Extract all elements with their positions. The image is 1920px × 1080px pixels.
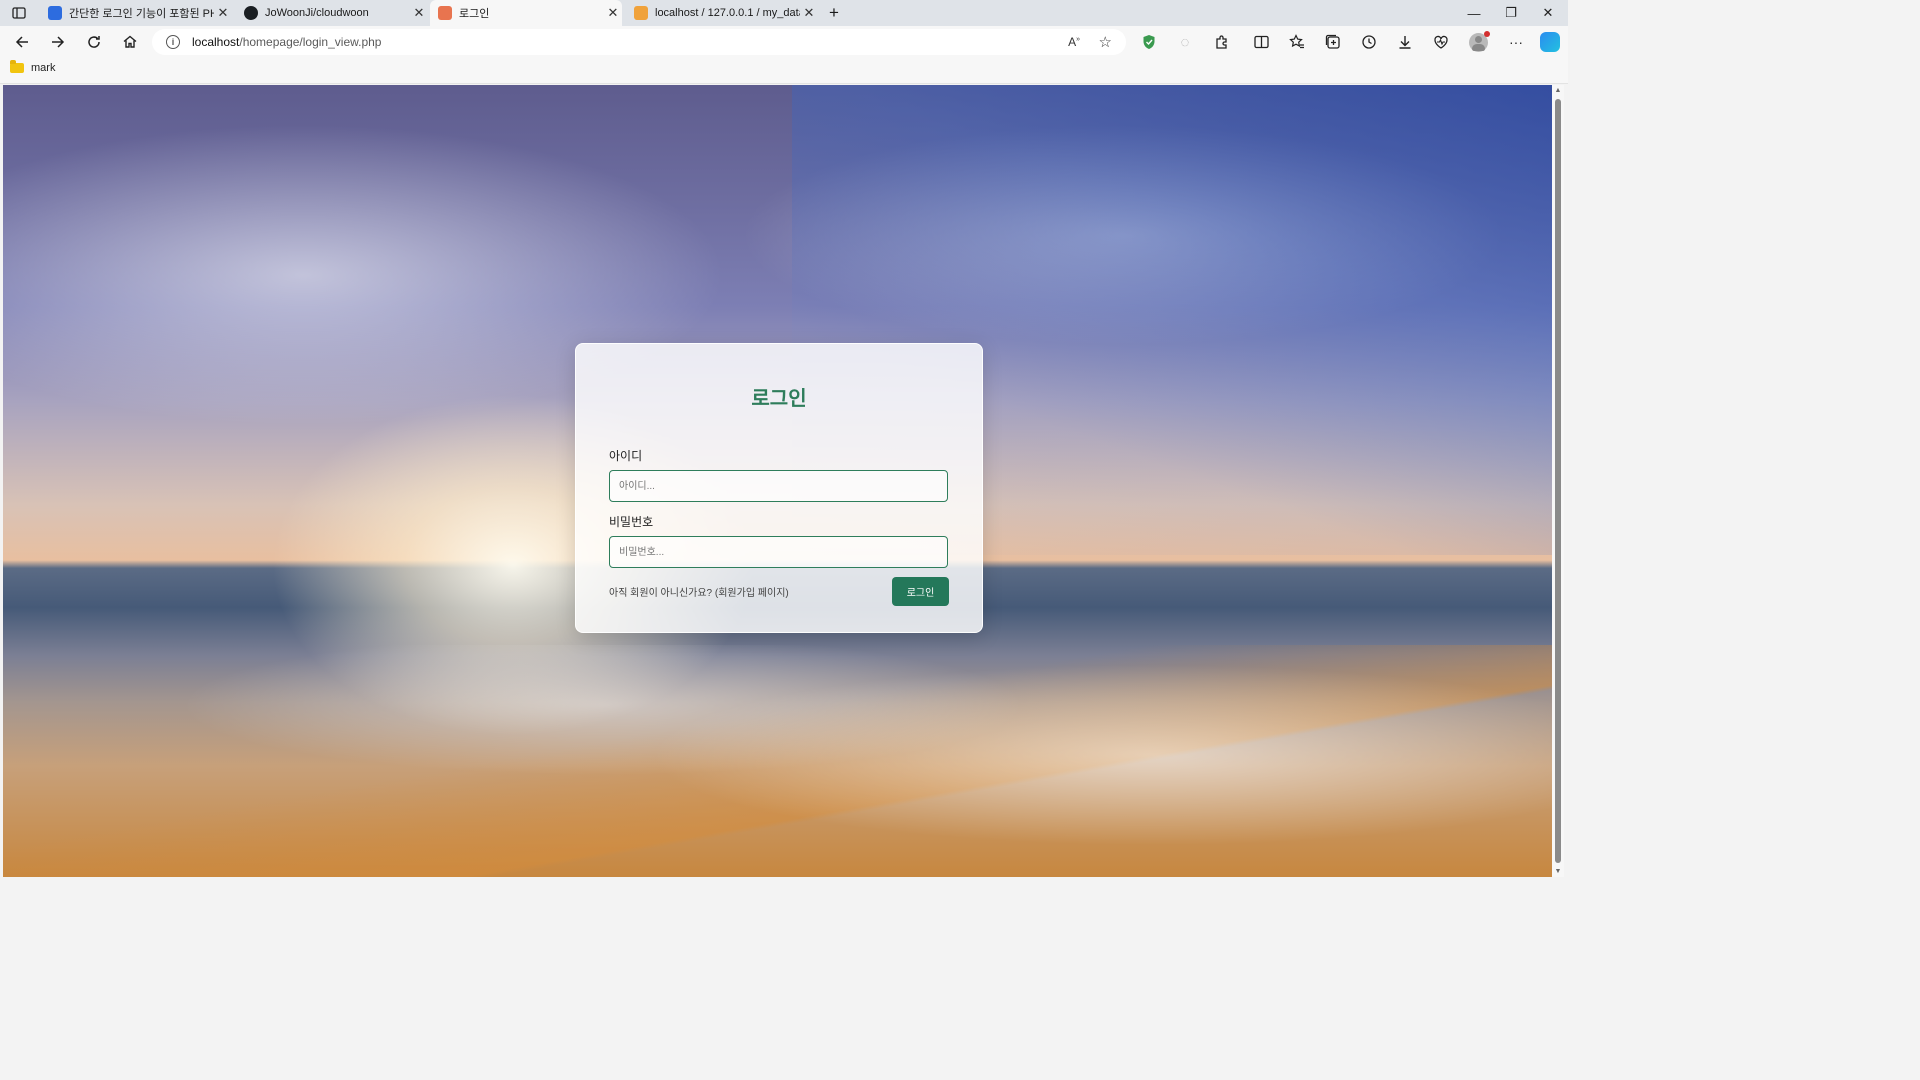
scroll-down-icon[interactable]: ▼ xyxy=(1552,868,1564,875)
tab-phpmyadmin[interactable]: localhost / 127.0.0.1 / my_databa ✕ xyxy=(626,0,818,26)
password-label: 비밀번호 xyxy=(609,515,654,529)
tab-bar: 간단한 로그인 기능이 포함된 PH ✕ JoWoonJi/cloudwoon … xyxy=(0,0,1568,26)
tab-php-login[interactable]: 간단한 로그인 기능이 포함된 PH ✕ xyxy=(40,0,232,26)
downloads-icon[interactable] xyxy=(1392,30,1418,54)
close-icon[interactable]: ✕ xyxy=(214,5,232,21)
bookmark-label: mark xyxy=(31,62,56,74)
favorite-star-icon[interactable]: ☆ xyxy=(1099,33,1112,51)
site-info-icon[interactable]: i xyxy=(166,35,180,49)
tab-title: localhost / 127.0.0.1 / my_databa xyxy=(655,7,800,19)
login-button[interactable]: 로그인 xyxy=(892,577,949,606)
collections-icon[interactable] xyxy=(1320,30,1346,54)
scrollbar-thumb[interactable] xyxy=(1555,99,1561,863)
new-tab-button[interactable]: + xyxy=(822,0,846,26)
github-icon xyxy=(244,6,258,20)
scroll-up-icon[interactable]: ▲ xyxy=(1552,87,1564,94)
shield-icon[interactable] xyxy=(1136,30,1162,54)
split-screen-icon[interactable] xyxy=(1248,30,1274,54)
url-text: localhost/homepage/login_view.php xyxy=(192,35,381,49)
signup-link[interactable]: 아직 회원이 아니신가요? (회원가입 페이지) xyxy=(609,584,789,599)
vertical-scrollbar[interactable]: ▲ ▼ xyxy=(1552,85,1564,877)
tab-favicon xyxy=(634,6,648,20)
tab-favicon xyxy=(48,6,62,20)
bookmarks-bar: mark xyxy=(0,58,1568,84)
minimize-icon[interactable]: — xyxy=(1456,0,1492,26)
restore-icon[interactable]: ❐ xyxy=(1493,0,1529,26)
close-window-icon[interactable]: ✕ xyxy=(1530,0,1566,26)
tab-title: 로그인 xyxy=(459,8,490,20)
favorites-icon[interactable] xyxy=(1284,30,1310,54)
profile-avatar[interactable] xyxy=(1465,30,1491,54)
refresh-icon[interactable] xyxy=(81,30,107,54)
extension-icon[interactable]: ◌ xyxy=(1172,30,1198,54)
login-title: 로그인 xyxy=(751,388,807,410)
folder-icon xyxy=(10,60,24,73)
read-aloud-icon[interactable]: A» xyxy=(1068,35,1080,49)
back-icon[interactable] xyxy=(9,30,35,54)
tab-title: 간단한 로그인 기능이 포함된 PH xyxy=(69,8,214,20)
login-card: 로그인 아이디 비밀번호 아직 회원이 아니신가요? (회원가입 페이지) 로그… xyxy=(575,343,983,633)
close-icon[interactable]: ✕ xyxy=(410,5,428,21)
home-icon[interactable] xyxy=(117,30,143,54)
close-icon[interactable]: ✕ xyxy=(604,5,622,21)
id-input[interactable] xyxy=(609,470,948,502)
close-icon[interactable]: ✕ xyxy=(800,5,818,21)
more-options-icon[interactable]: ··· xyxy=(1503,30,1529,54)
id-label: 아이디 xyxy=(609,449,643,463)
tab-github[interactable]: JoWoonJi/cloudwoon ✕ xyxy=(236,0,428,26)
url-host: localhost xyxy=(192,35,240,49)
password-input[interactable] xyxy=(609,536,948,568)
url-path: /homepage/login_view.php xyxy=(239,35,382,49)
tab-title: JoWoonJi/cloudwoon xyxy=(265,7,369,19)
extensions-puzzle-icon[interactable] xyxy=(1208,30,1234,54)
tab-login[interactable]: 로그인 ✕ xyxy=(430,0,622,26)
forward-icon[interactable] xyxy=(45,30,71,54)
tab-favicon xyxy=(438,6,452,20)
browser-toolbar: i localhost/homepage/login_view.php A» ☆… xyxy=(0,26,1568,58)
history-icon[interactable] xyxy=(1356,30,1382,54)
tab-actions-icon[interactable] xyxy=(6,1,32,25)
bookmark-folder-mark[interactable]: mark xyxy=(10,60,56,74)
copilot-icon[interactable] xyxy=(1537,30,1563,54)
address-bar[interactable]: i localhost/homepage/login_view.php A» ☆ xyxy=(152,29,1126,55)
surf-overlay xyxy=(3,645,1552,877)
health-icon[interactable] xyxy=(1428,30,1454,54)
